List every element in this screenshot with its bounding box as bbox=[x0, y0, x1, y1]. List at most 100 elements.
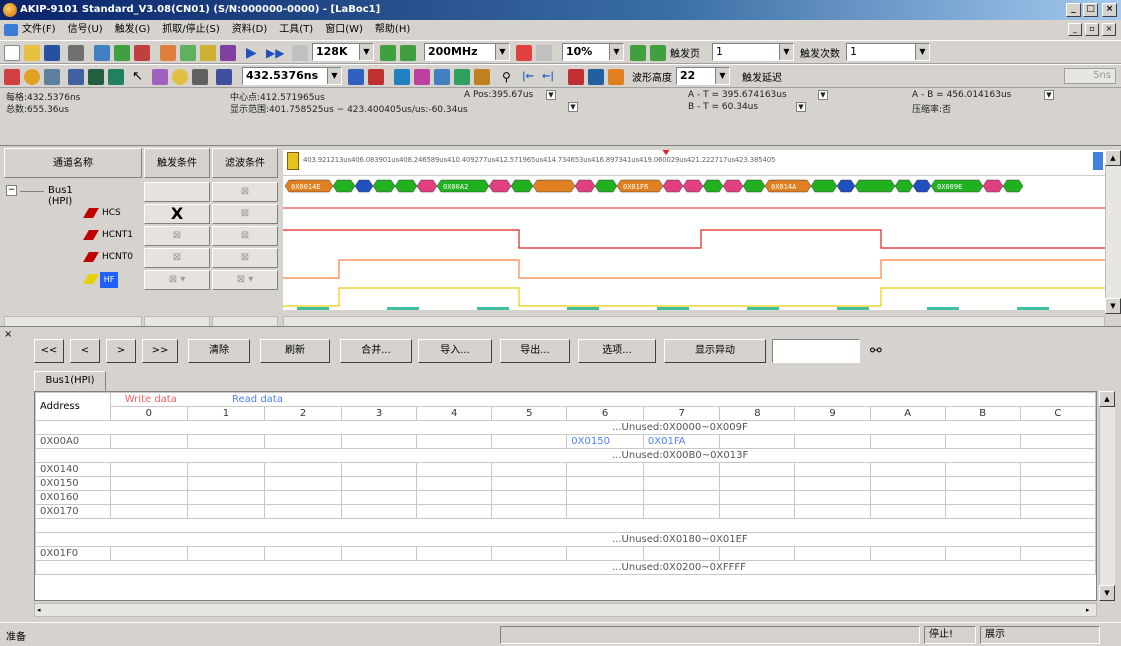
data-cell[interactable] bbox=[341, 546, 418, 561]
data-cell[interactable] bbox=[869, 490, 946, 505]
data-cell[interactable] bbox=[869, 476, 946, 491]
range-dropdown[interactable]: ▼ bbox=[568, 102, 578, 113]
search-input[interactable] bbox=[772, 339, 860, 363]
data-cell[interactable] bbox=[416, 462, 493, 477]
data-cell[interactable] bbox=[491, 504, 568, 519]
data-cell[interactable] bbox=[566, 476, 644, 491]
cursor-icon[interactable]: ↖ bbox=[132, 69, 148, 85]
filter-cell-hf[interactable]: ⊠ ▾ bbox=[212, 270, 278, 290]
table-view-icon[interactable] bbox=[88, 69, 104, 85]
data-cell[interactable] bbox=[869, 434, 946, 449]
mdi-minimize-button[interactable]: _ bbox=[1068, 23, 1082, 36]
b-minus-t-dropdown[interactable]: ▼ bbox=[796, 102, 806, 113]
data-cell[interactable] bbox=[109, 434, 188, 449]
data-cell[interactable] bbox=[944, 546, 1021, 561]
grid-hscroll[interactable]: ◂ ▸ bbox=[34, 603, 1097, 617]
hscroll-right[interactable]: ▸ bbox=[1086, 604, 1094, 616]
filter-cell-hcs[interactable]: ⊠ bbox=[212, 204, 278, 224]
data-cell[interactable] bbox=[416, 434, 493, 449]
data-cell[interactable] bbox=[1019, 476, 1096, 491]
new-file-icon[interactable] bbox=[4, 45, 20, 61]
home-icon[interactable] bbox=[4, 69, 20, 85]
options-button[interactable]: 选项... bbox=[578, 339, 656, 363]
bus-icon-4[interactable] bbox=[454, 69, 470, 85]
open-folder-icon[interactable] bbox=[24, 45, 40, 61]
data-cell[interactable] bbox=[341, 476, 418, 491]
data-cell[interactable] bbox=[491, 462, 568, 477]
data-cell[interactable] bbox=[491, 546, 568, 561]
memory-depth-select[interactable]: 128K ▼ bbox=[312, 43, 374, 61]
app-icon[interactable] bbox=[3, 3, 17, 17]
pct-right-icon[interactable] bbox=[650, 45, 666, 61]
data-cell[interactable] bbox=[794, 462, 871, 477]
data-cell[interactable] bbox=[719, 462, 796, 477]
data-cell[interactable] bbox=[491, 490, 568, 505]
import-button[interactable]: 导入... bbox=[418, 339, 492, 363]
mdi-close-button[interactable]: × bbox=[1102, 23, 1116, 36]
print-icon[interactable] bbox=[68, 45, 84, 61]
data-cell[interactable] bbox=[566, 490, 644, 505]
data-cell[interactable] bbox=[186, 476, 265, 491]
trigger-fall-icon[interactable] bbox=[180, 45, 196, 61]
data-cell[interactable] bbox=[1019, 546, 1096, 561]
cursor-b-marker[interactable] bbox=[1093, 152, 1103, 170]
data-cell[interactable] bbox=[566, 546, 644, 561]
screenshot-icon[interactable] bbox=[44, 69, 60, 85]
data-cell[interactable] bbox=[1019, 462, 1096, 477]
data-cell[interactable] bbox=[794, 504, 871, 519]
data-cell[interactable] bbox=[186, 462, 265, 477]
find-icon[interactable]: ⚲ bbox=[502, 69, 518, 85]
data-cell[interactable] bbox=[109, 504, 188, 519]
data-grid[interactable]: Address Write data Read data 0123456789A… bbox=[34, 391, 1097, 601]
cursor-a-marker[interactable] bbox=[287, 152, 299, 170]
record-icon[interactable] bbox=[568, 69, 584, 85]
trigger-condition-header[interactable]: 触发条件 bbox=[144, 148, 210, 178]
data-cell[interactable]: 0X01FA bbox=[642, 434, 721, 449]
trigger-setting-icon[interactable] bbox=[220, 45, 236, 61]
menu-help[interactable]: 帮助(H) bbox=[369, 20, 416, 40]
data-cell[interactable] bbox=[794, 490, 871, 505]
panel-close-icon[interactable]: × bbox=[4, 329, 12, 340]
data-cell[interactable] bbox=[263, 490, 343, 505]
mdi-restore-button[interactable]: ▫ bbox=[1085, 23, 1099, 36]
data-cell[interactable] bbox=[263, 504, 343, 519]
data-cell[interactable] bbox=[719, 476, 796, 491]
bus-icon-1[interactable] bbox=[394, 69, 410, 85]
trigger-rise-icon[interactable] bbox=[160, 45, 176, 61]
data-cell[interactable] bbox=[642, 476, 721, 491]
trigger-cell-bus1[interactable] bbox=[144, 182, 210, 202]
signal-group-icon[interactable] bbox=[114, 45, 130, 61]
data-cell[interactable] bbox=[642, 462, 721, 477]
data-cell[interactable] bbox=[794, 476, 871, 491]
data-cell[interactable] bbox=[186, 490, 265, 505]
find-prev-icon[interactable]: ←| bbox=[542, 69, 558, 85]
last-button[interactable]: >> bbox=[142, 339, 178, 363]
data-cell[interactable] bbox=[642, 504, 721, 519]
scroll-down-arrow[interactable]: ▼ bbox=[1105, 298, 1121, 314]
filter-cell-bus1[interactable]: ⊠ bbox=[212, 182, 278, 202]
data-cell[interactable] bbox=[263, 434, 343, 449]
refresh-button[interactable]: 刷新 bbox=[260, 339, 330, 363]
signal-remove-icon[interactable] bbox=[134, 45, 150, 61]
zoom-area-icon[interactable] bbox=[152, 69, 168, 85]
data-cell[interactable] bbox=[341, 504, 418, 519]
data-cell[interactable] bbox=[1019, 504, 1096, 519]
data-cell[interactable] bbox=[944, 476, 1021, 491]
trigger-page-select[interactable]: 1 ▼ bbox=[712, 43, 794, 61]
menu-data[interactable]: 资料(D) bbox=[226, 20, 274, 40]
data-cell[interactable] bbox=[186, 504, 265, 519]
scroll-up-arrow[interactable]: ▲ bbox=[1105, 150, 1121, 166]
data-cell[interactable] bbox=[109, 546, 188, 561]
data-cell[interactable] bbox=[491, 434, 568, 449]
pct-left-icon[interactable] bbox=[630, 45, 646, 61]
run-continuous-icon[interactable]: ▶▶ bbox=[266, 45, 284, 61]
mem-decrease-icon[interactable] bbox=[380, 45, 396, 61]
maximize-button[interactable]: □ bbox=[1083, 3, 1098, 17]
data-cell[interactable] bbox=[794, 434, 871, 449]
data-cell[interactable] bbox=[944, 490, 1021, 505]
data-cell[interactable] bbox=[263, 476, 343, 491]
zoom-in-icon[interactable] bbox=[348, 69, 364, 85]
export-image-icon[interactable] bbox=[588, 69, 604, 85]
data-cell[interactable] bbox=[341, 462, 418, 477]
minimize-button[interactable]: _ bbox=[1066, 3, 1081, 17]
